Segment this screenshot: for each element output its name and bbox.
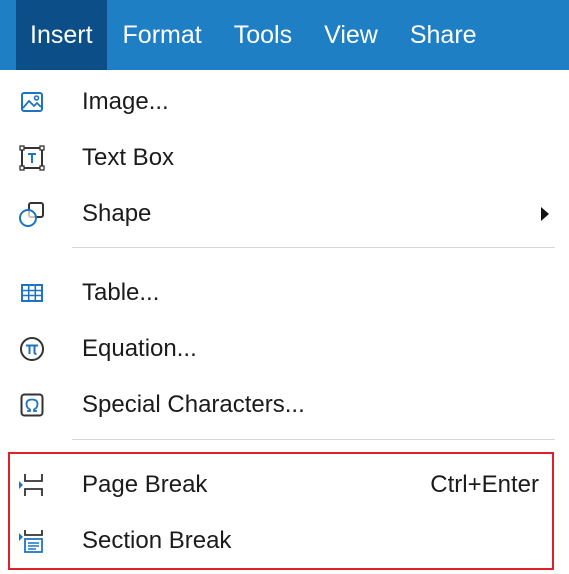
menubar-tab-share[interactable]: Share xyxy=(394,0,493,70)
menu-item-label: Image... xyxy=(82,88,169,115)
menu-item-equation[interactable]: Equation... xyxy=(0,321,569,377)
text-box-icon xyxy=(18,144,46,172)
menubar-tab-insert[interactable]: Insert xyxy=(16,0,107,70)
shape-icon xyxy=(18,200,46,228)
menu-separator xyxy=(72,247,555,248)
menu-item-label: Table... xyxy=(82,279,160,306)
menu-item-text-box[interactable]: Text Box xyxy=(0,130,569,186)
menu-item-label: Special Characters... xyxy=(82,391,305,418)
chevron-right-icon xyxy=(541,207,549,221)
menu-item-table[interactable]: Table... xyxy=(0,265,569,321)
pi-icon xyxy=(18,335,46,363)
menu-item-label: Shape xyxy=(82,200,152,227)
menubar-tab-view[interactable]: View xyxy=(308,0,394,70)
menu-item-label: Equation... xyxy=(82,335,197,362)
omega-icon xyxy=(18,391,46,419)
menubar-tab-tools[interactable]: Tools xyxy=(218,0,308,70)
image-icon xyxy=(18,88,46,116)
table-icon xyxy=(18,279,46,307)
menu-item-special-characters[interactable]: Special Characters... xyxy=(0,377,569,433)
insert-dropdown-menu: Image... Text Box Shape Table... Equatio… xyxy=(0,70,569,574)
highlight-box xyxy=(8,452,554,570)
menubar-tab-format[interactable]: Format xyxy=(107,0,218,70)
menu-item-shape[interactable]: Shape xyxy=(0,186,569,242)
menu-bar: Insert Format Tools View Share xyxy=(0,0,569,70)
menu-item-image[interactable]: Image... xyxy=(0,74,569,130)
menu-item-label: Text Box xyxy=(82,144,175,171)
menu-separator xyxy=(72,439,555,440)
